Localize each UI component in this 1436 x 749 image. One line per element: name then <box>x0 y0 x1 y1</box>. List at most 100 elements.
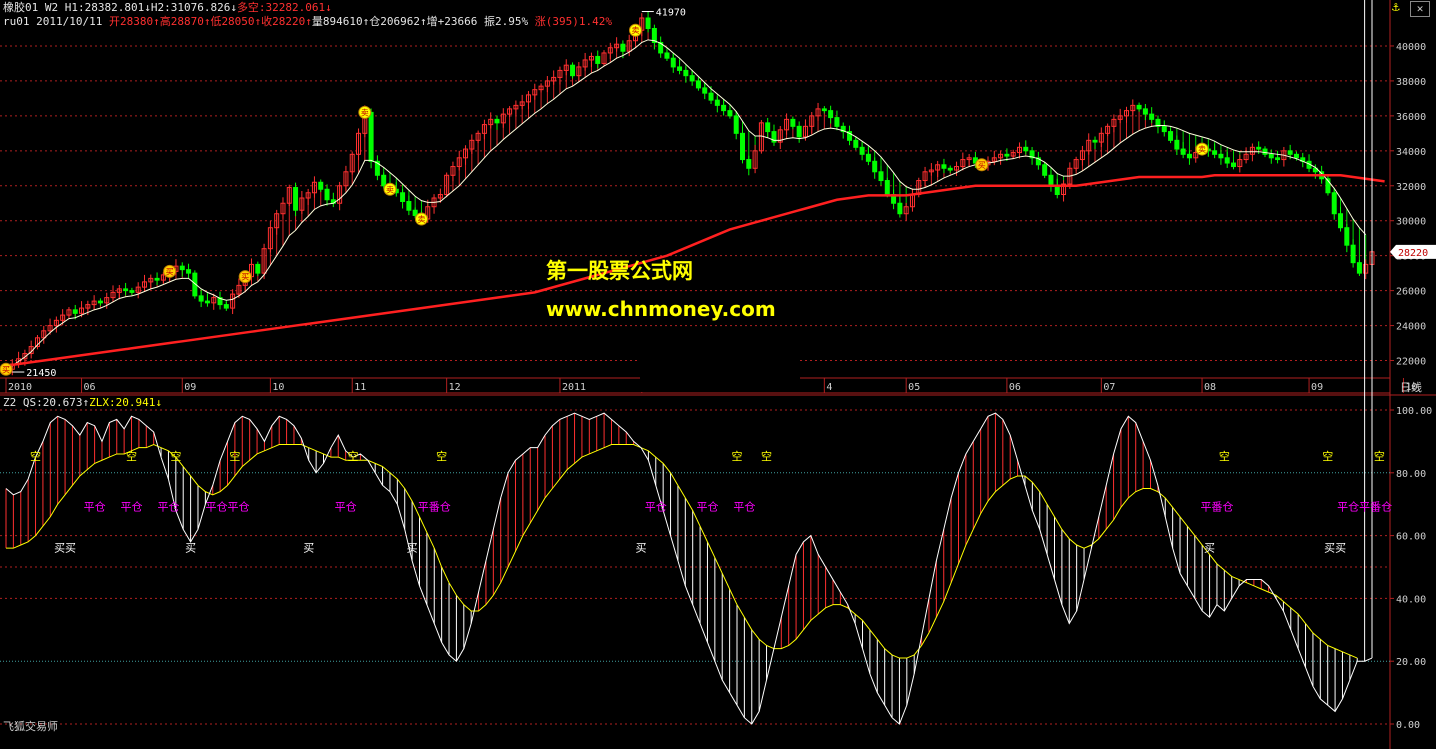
price-tick-label: 38000 <box>1396 77 1426 88</box>
footer-brand: 飞狐交易师 <box>3 720 58 733</box>
candle-body <box>1268 153 1274 159</box>
x-tick-label: 2011 <box>562 382 586 393</box>
candle-body <box>1042 164 1048 176</box>
signal-mark-label: 卖 <box>631 26 639 35</box>
signal-mark-label: 买 <box>978 161 986 170</box>
candle-body <box>381 174 387 187</box>
x-tick-label: 08 <box>1204 382 1216 393</box>
current-price-label: 28220 <box>1398 248 1428 259</box>
x-tick-label: 09 <box>184 382 196 393</box>
candle-body <box>1023 146 1029 152</box>
x-tick-label: 10 <box>272 382 284 393</box>
header-segment: H1:28382.801↓ <box>64 1 151 14</box>
header-segment: 多空:32282.061↓ <box>236 1 332 14</box>
candle-body <box>1186 153 1192 159</box>
price-chart[interactable]: 2200024000260002800030000320003400036000… <box>0 0 1436 749</box>
signal-mark: 卖 <box>383 182 397 196</box>
signal-mark-label: 买 <box>241 273 249 282</box>
candle-body <box>1161 125 1167 133</box>
osc-signal-label: 平仓 <box>335 499 357 513</box>
candle-body <box>255 263 261 274</box>
osc-signal-label: 买 <box>407 541 418 554</box>
osc-signal-label: 平番仓 <box>1200 499 1233 513</box>
signal-mark: 卖 <box>1195 142 1209 156</box>
header-segment: Z2 <box>3 396 23 409</box>
candle-body <box>1344 227 1350 246</box>
candle-body <box>790 118 796 127</box>
header-segment: 涨(395)1.42% <box>534 15 612 28</box>
candle-body <box>878 171 884 182</box>
candle-body <box>123 288 129 292</box>
osc-signal-label: 平仓平仓 <box>206 499 250 513</box>
candle-body <box>204 300 210 304</box>
candle-body <box>708 92 714 101</box>
candle-body <box>1142 108 1148 115</box>
indicator-header: Z2 QS:20.673↑ZLX:20.941↓ <box>3 396 162 409</box>
price-tick-label: 32000 <box>1396 182 1426 193</box>
candle-body <box>186 269 192 274</box>
annotation-label: 21450 <box>26 368 56 379</box>
signal-mark: 卖 <box>414 212 428 226</box>
osc-signal-label: 买买 <box>54 541 76 554</box>
candle-body <box>293 187 299 211</box>
candle-body <box>1231 162 1237 168</box>
period-label: 日线 <box>1400 380 1422 394</box>
signal-mark: 卖 <box>628 23 642 37</box>
candle-body <box>154 277 160 281</box>
candle-body <box>689 75 695 82</box>
candle-body <box>746 159 752 169</box>
signal-mark: 卖 <box>358 105 372 119</box>
candle-body <box>683 69 689 77</box>
candle-body <box>695 80 701 89</box>
osc-signal-label: 空 <box>126 449 137 463</box>
x-tick-label: 11 <box>354 382 366 393</box>
osc-tick-label: 0.00 <box>1396 720 1420 731</box>
price-tick-label: 34000 <box>1396 147 1426 158</box>
chart-stage: 2200024000260002800030000320003400036000… <box>0 0 1436 749</box>
candle-body <box>1331 192 1337 215</box>
osc-tick-label: 80.00 <box>1396 469 1426 480</box>
price-tick-label: 22000 <box>1396 357 1426 368</box>
candle-body <box>664 52 670 59</box>
candle-body <box>1224 157 1230 164</box>
x-tick-label: 06 <box>1009 382 1021 393</box>
osc-signal-label: 平番仓 <box>418 499 451 513</box>
candle-body <box>1256 146 1262 150</box>
watermark-url: www.chnmoney.com <box>546 297 776 321</box>
x-tick-label: 12 <box>449 382 461 393</box>
osc-signal-label: 空 <box>436 449 447 463</box>
header-segment: ZLX:20.941↓ <box>89 396 162 409</box>
osc-signal-label: 空 <box>1322 449 1333 463</box>
signal-mark-label: 卖 <box>417 215 425 224</box>
candle-body <box>721 104 727 112</box>
candle-body <box>645 17 651 29</box>
osc-signal-label: 空 <box>1219 449 1230 463</box>
header-segment: 橡胶01 W2 <box>3 1 65 14</box>
candle-body <box>727 110 733 117</box>
x-tick-label: 05 <box>908 382 920 393</box>
watermark-title: 第一股票公式网 <box>546 259 693 283</box>
anchor-icon[interactable]: ⚓ <box>1392 0 1400 15</box>
candle-body <box>1262 148 1268 155</box>
candle-body <box>1356 262 1362 274</box>
candle-body <box>1338 213 1344 229</box>
candle-body <box>1092 139 1098 143</box>
header-segment: 量894610↑仓206962↑增+23666 振2.95% <box>311 15 535 28</box>
signal-mark: 买 <box>975 158 989 172</box>
close-icon[interactable]: ✕ <box>1410 1 1430 17</box>
x-tick-label: 07 <box>1103 382 1115 393</box>
osc-signal-label: 空 <box>1374 449 1385 463</box>
signal-mark-label: 卖 <box>386 185 394 194</box>
annotation-label: 41970 <box>656 8 686 19</box>
price-tick-label: 40000 <box>1396 42 1426 53</box>
osc-signal-label: 空 <box>731 449 742 463</box>
osc-signal-label: 平仓 <box>696 499 718 513</box>
candle-body <box>1149 113 1155 120</box>
osc-signal-label: 平仓 <box>645 499 667 513</box>
candle-body <box>179 265 185 271</box>
candle-body <box>97 300 103 304</box>
candle-body <box>1048 174 1054 187</box>
candle-body <box>853 139 859 148</box>
osc-signal-label: 空 <box>348 449 359 463</box>
x-tick-label: 2010 <box>8 382 32 393</box>
